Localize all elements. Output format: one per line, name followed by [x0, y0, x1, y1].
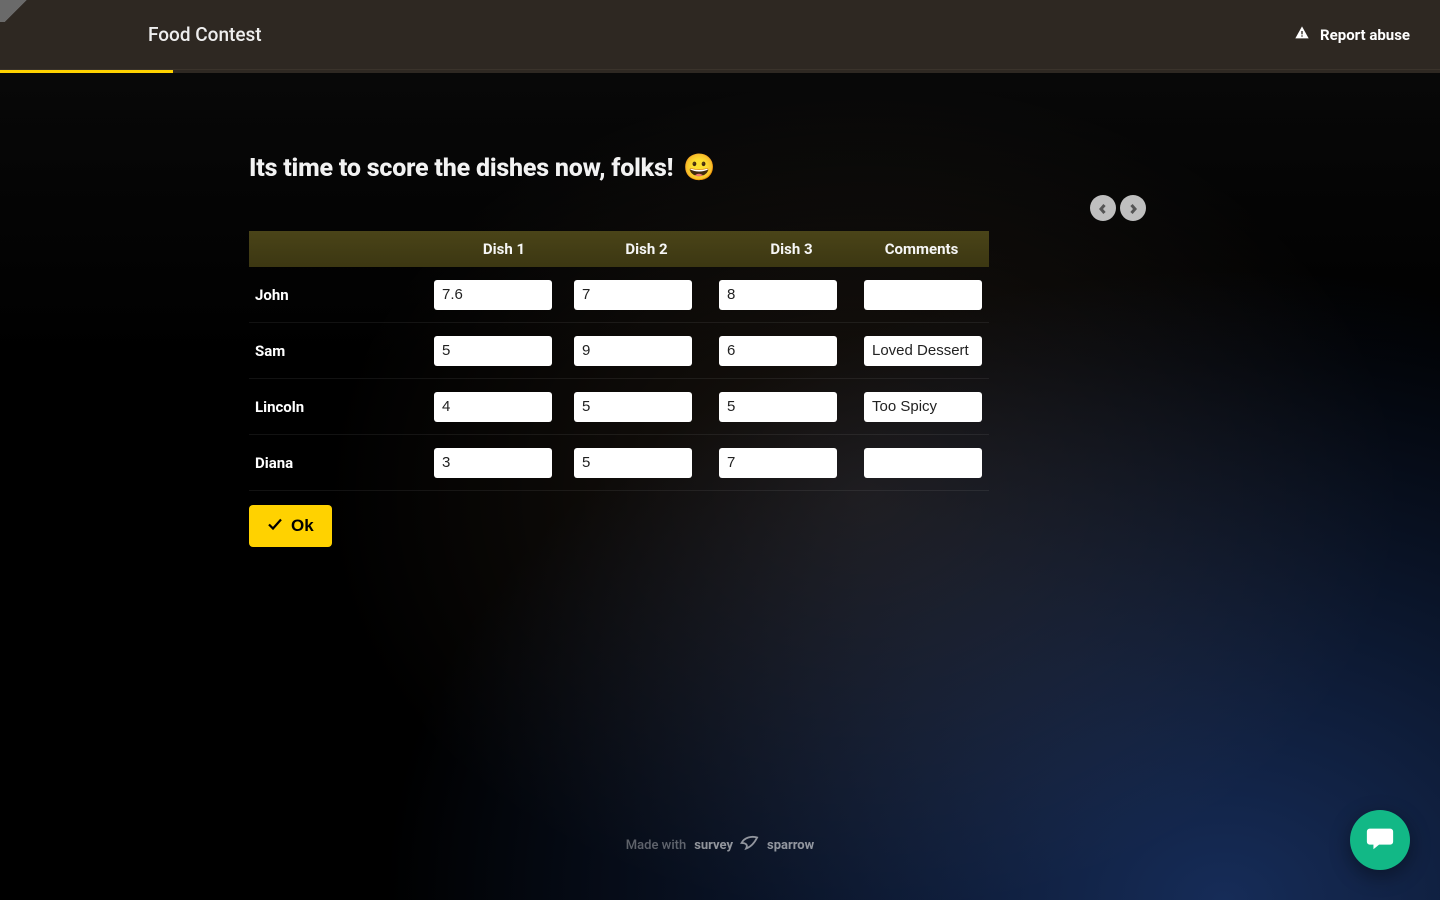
score-input[interactable] — [574, 448, 692, 478]
ok-label: Ok — [291, 516, 314, 536]
warning-icon — [1294, 25, 1310, 45]
table-row: John — [249, 267, 989, 323]
comments-input[interactable] — [864, 392, 982, 422]
grinning-emoji: 😀 — [683, 153, 715, 183]
score-input[interactable] — [719, 392, 837, 422]
matrix-header-row: Dish 1 Dish 2 Dish 3 Comments — [249, 231, 989, 267]
matrix-cell — [434, 336, 574, 366]
row-label: John — [249, 286, 434, 304]
score-input[interactable] — [434, 336, 552, 366]
score-input[interactable] — [719, 336, 837, 366]
question-nav — [1090, 195, 1146, 221]
matrix-cell — [434, 280, 574, 310]
matrix-body: John Sam Lincoln Diana — [249, 267, 989, 491]
matrix-cell — [434, 448, 574, 478]
chat-icon — [1365, 823, 1395, 857]
matrix-cell — [864, 448, 979, 478]
table-row: Diana — [249, 435, 989, 491]
chat-launcher[interactable] — [1350, 810, 1410, 870]
chevron-right-icon — [1128, 199, 1138, 218]
score-input[interactable] — [719, 280, 837, 310]
matrix-cell — [574, 448, 719, 478]
matrix-cell — [574, 392, 719, 422]
matrix-cell — [574, 336, 719, 366]
check-icon — [267, 516, 283, 537]
made-with-footer: Made with survey sparrow — [626, 832, 814, 858]
score-input[interactable] — [434, 392, 552, 422]
matrix-cell — [719, 448, 864, 478]
ok-button[interactable]: Ok — [249, 505, 332, 547]
row-label: Lincoln — [249, 398, 434, 416]
report-abuse-link[interactable]: Report abuse — [1294, 25, 1410, 45]
column-header: Dish 2 — [574, 240, 719, 258]
prev-question-button[interactable] — [1090, 195, 1116, 221]
matrix-cell — [574, 280, 719, 310]
row-label: Sam — [249, 342, 434, 360]
chevron-left-icon — [1098, 199, 1108, 218]
question-label: Its time to score the dishes now, folks! — [249, 154, 673, 183]
column-header: Comments — [864, 240, 979, 258]
page-title: Food Contest — [148, 23, 262, 46]
comments-input[interactable] — [864, 336, 982, 366]
comments-input[interactable] — [864, 448, 982, 478]
made-with-label: Made with — [626, 838, 686, 853]
comments-input[interactable] — [864, 280, 982, 310]
score-input[interactable] — [574, 280, 692, 310]
matrix-cell — [864, 336, 979, 366]
table-row: Lincoln — [249, 379, 989, 435]
score-input[interactable] — [719, 448, 837, 478]
matrix-cell — [864, 392, 979, 422]
column-header: Dish 1 — [434, 240, 574, 258]
table-row: Sam — [249, 323, 989, 379]
corner-decoration — [0, 0, 36, 22]
matrix-cell — [434, 392, 574, 422]
score-input[interactable] — [434, 280, 552, 310]
row-label: Diana — [249, 454, 434, 472]
main-content: Its time to score the dishes now, folks!… — [0, 73, 1440, 547]
next-question-button[interactable] — [1120, 195, 1146, 221]
matrix-cell — [719, 336, 864, 366]
score-input[interactable] — [574, 392, 692, 422]
question-text: Its time to score the dishes now, folks!… — [249, 153, 989, 183]
report-abuse-label: Report abuse — [1320, 26, 1410, 44]
score-input[interactable] — [574, 336, 692, 366]
brand-logo[interactable]: survey sparrow — [694, 832, 814, 858]
brand-left: survey — [694, 838, 733, 853]
score-input[interactable] — [434, 448, 552, 478]
column-header: Dish 3 — [719, 240, 864, 258]
top-bar: Food Contest Report abuse — [0, 0, 1440, 70]
matrix-cell — [719, 280, 864, 310]
matrix-cell — [864, 280, 979, 310]
brand-right: sparrow — [767, 838, 814, 853]
sparrow-icon — [739, 832, 761, 858]
matrix-cell — [719, 392, 864, 422]
